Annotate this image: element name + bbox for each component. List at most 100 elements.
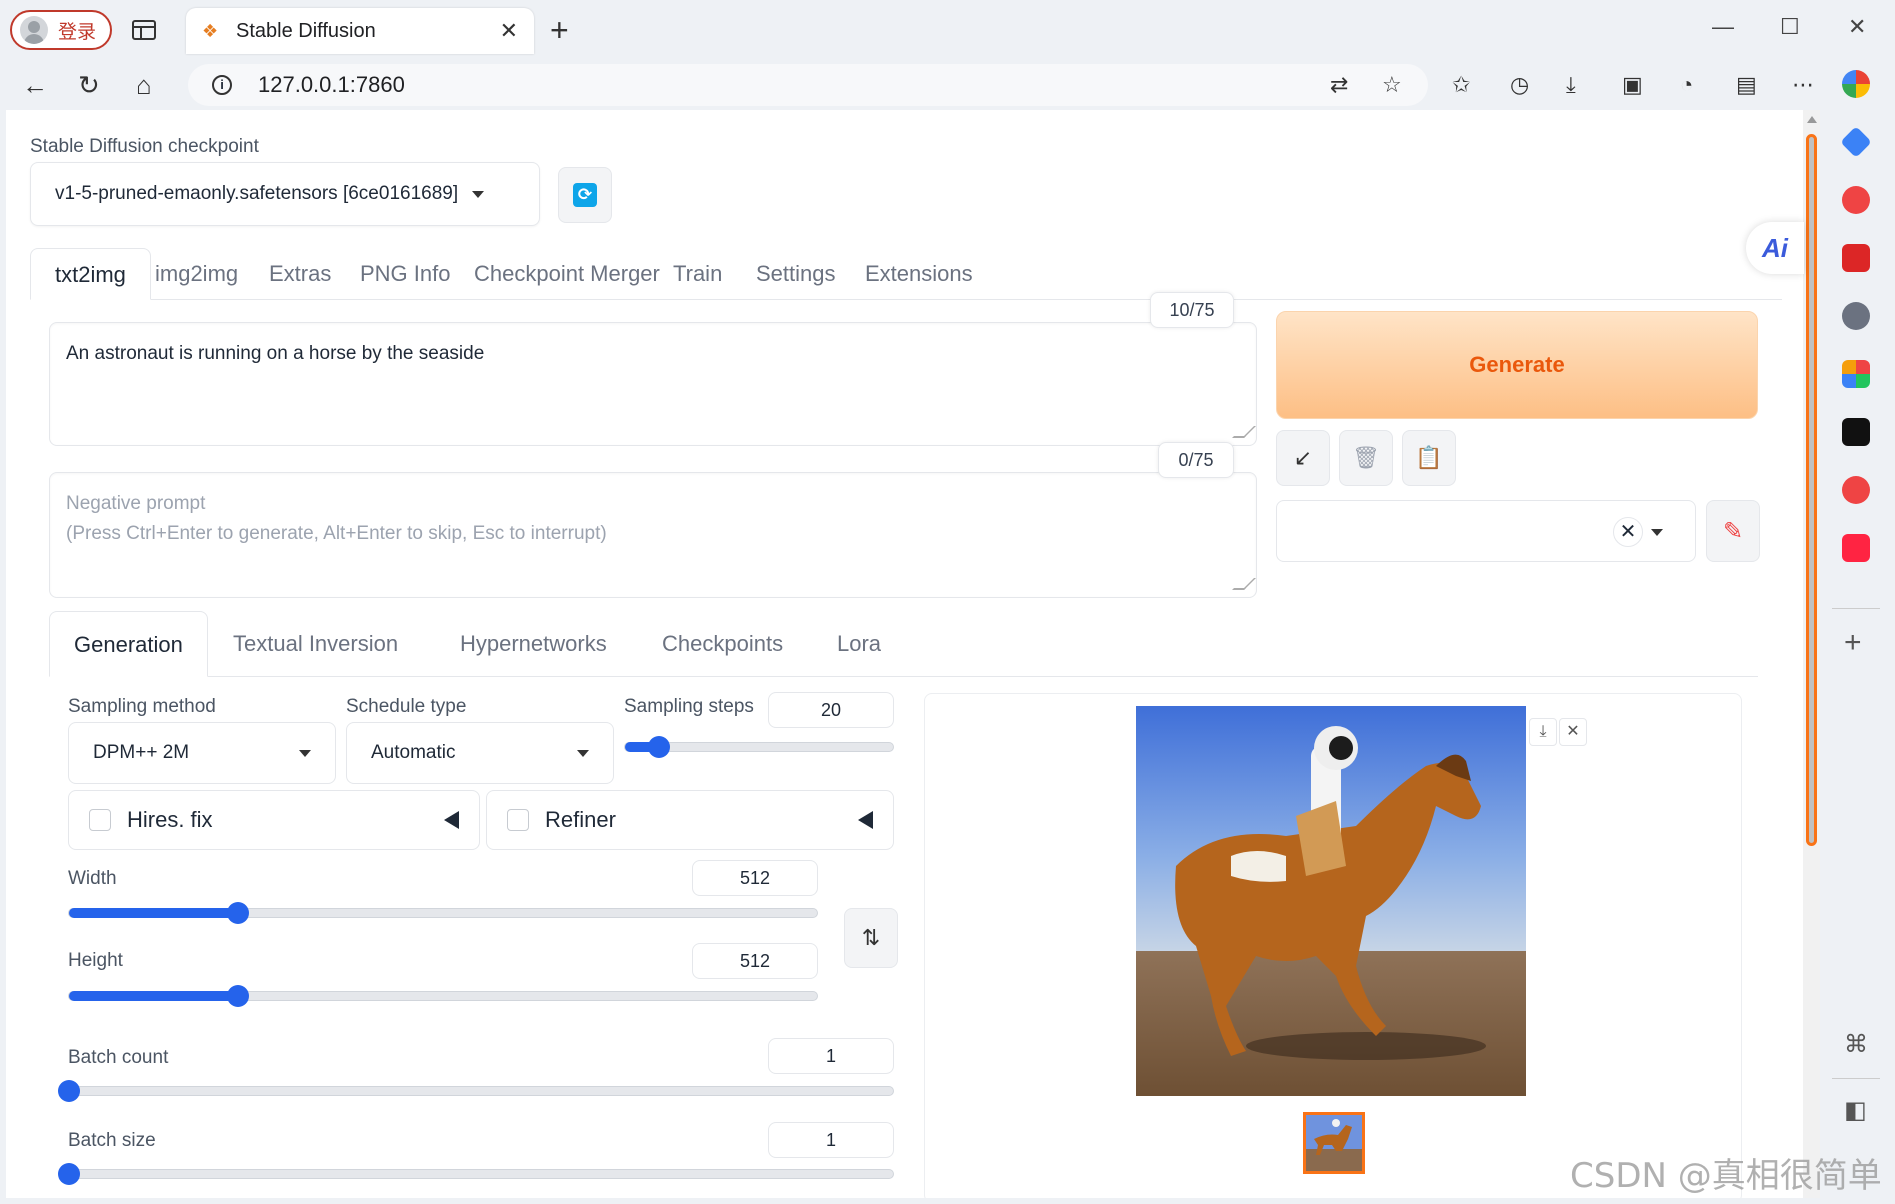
slider-handle[interactable] (226, 902, 249, 924)
tab-txt2img[interactable]: txt2img (30, 248, 151, 300)
google-icon[interactable] (1842, 70, 1870, 98)
apply-style-button[interactable]: 📋 (1402, 430, 1456, 486)
add-sidebar-icon[interactable]: + (1844, 626, 1862, 660)
performance-icon[interactable]: ◔ (1680, 72, 1693, 98)
tab-extras[interactable]: Extras (269, 248, 331, 300)
maximize-icon[interactable]: ☐ (1780, 14, 1800, 40)
download-image-button[interactable]: ⤓ (1529, 718, 1557, 746)
browser-tab[interactable]: ❖ Stable Diffusion ✕ (186, 8, 534, 54)
back-icon[interactable]: ← (22, 70, 48, 101)
tab-checkpoint-merger[interactable]: Checkpoint Merger (474, 248, 660, 300)
tab-lora[interactable]: Lora (837, 611, 881, 677)
sampling-method-dropdown[interactable]: DPM++ 2M (68, 722, 336, 784)
refresh-checkpoint-button[interactable]: ⟳ (558, 167, 612, 223)
tab-textual-inversion[interactable]: Textual Inversion (233, 611, 398, 677)
width-input[interactable]: 512 (692, 860, 818, 896)
tab-extensions[interactable]: Extensions (865, 248, 973, 300)
history-icon[interactable]: ◷ (1510, 72, 1529, 98)
collapse-arrow-icon[interactable] (444, 811, 459, 829)
home-icon[interactable]: ⌂ (136, 70, 152, 101)
scroll-thumb[interactable] (1806, 134, 1817, 846)
close-window-icon[interactable]: ✕ (1848, 14, 1866, 40)
sidebar-divider (1832, 608, 1880, 609)
tab-actions-icon[interactable] (132, 20, 156, 40)
scan-icon[interactable]: ⌘ (1844, 1030, 1868, 1059)
sampling-steps-slider[interactable] (624, 736, 894, 758)
slider-handle[interactable] (58, 1163, 80, 1185)
sampling-method-value: DPM++ 2M (93, 742, 190, 763)
profile-button[interactable]: 登录 (10, 10, 112, 50)
tiktok-icon[interactable] (1842, 418, 1870, 446)
hires-fix-accordion[interactable]: Hires. fix (68, 790, 480, 850)
checkpoint-dropdown[interactable]: v1-5-pruned-emaonly.safetensors [6ce0161… (30, 162, 540, 226)
batch-count-slider[interactable] (58, 1080, 894, 1102)
tab-train[interactable]: Train (673, 248, 722, 300)
bookmark-star-icon[interactable]: ☆ (1382, 72, 1402, 98)
sidebar-toggle-icon[interactable]: ◧ (1844, 1096, 1867, 1125)
tab-settings[interactable]: Settings (756, 248, 836, 300)
hires-fix-checkbox[interactable] (89, 809, 111, 831)
favicon-icon: ❖ (202, 21, 219, 41)
briefcase-icon[interactable] (1842, 244, 1870, 272)
refresh-icon: ⟳ (573, 183, 597, 207)
download-icon[interactable]: ⤓ (1566, 72, 1576, 98)
width-slider[interactable] (68, 902, 818, 924)
minimize-icon[interactable]: — (1712, 14, 1734, 40)
sampling-steps-input[interactable]: 20 (768, 692, 894, 728)
tab-img2img[interactable]: img2img (155, 248, 238, 300)
swap-dimensions-button[interactable]: ⇅ (844, 908, 898, 968)
sampling-method-label: Sampling method (68, 696, 216, 717)
apps-icon[interactable] (1842, 360, 1870, 388)
chess-icon[interactable] (1842, 302, 1870, 330)
read-params-button[interactable]: ↙ (1276, 430, 1330, 486)
batch-size-input[interactable]: 1 (768, 1122, 894, 1158)
negative-prompt-textarea[interactable]: Negative prompt (Press Ctrl+Enter to gen… (49, 472, 1257, 598)
gallery-thumbnail[interactable] (1303, 1112, 1365, 1174)
slider-handle[interactable] (58, 1080, 80, 1102)
translate-icon[interactable]: ⇄ (1330, 72, 1348, 98)
collapse-arrow-icon[interactable] (858, 811, 873, 829)
close-tab-icon[interactable]: ✕ (500, 18, 518, 44)
height-input[interactable]: 512 (692, 943, 818, 979)
more-icon[interactable]: ⋯ (1792, 72, 1814, 98)
refiner-accordion[interactable]: Refiner (486, 790, 894, 850)
slider-handle[interactable] (648, 736, 671, 758)
styles-dropdown[interactable]: ✕ (1276, 500, 1696, 562)
refiner-checkbox[interactable] (507, 809, 529, 831)
tab-png-info[interactable]: PNG Info (360, 248, 450, 300)
ai-assistant-button[interactable]: Ai (1746, 222, 1804, 274)
clear-prompt-button[interactable]: 🗑 (1339, 430, 1393, 486)
screenshot-icon[interactable]: ▣ (1622, 72, 1643, 98)
schedule-type-value: Automatic (371, 742, 456, 763)
tag-icon[interactable] (1840, 126, 1872, 158)
powerpoint-icon[interactable] (1842, 186, 1870, 214)
tab-generation[interactable]: Generation (49, 611, 208, 677)
schedule-type-label: Schedule type (346, 696, 467, 717)
schedule-type-dropdown[interactable]: Automatic (346, 722, 614, 784)
batch-count-input[interactable]: 1 (768, 1038, 894, 1074)
address-bar[interactable]: i 127.0.0.1:7860 (188, 64, 1428, 106)
tab-hypernetworks[interactable]: Hypernetworks (460, 611, 607, 677)
generate-button[interactable]: Generate (1276, 311, 1758, 419)
slider-handle[interactable] (226, 985, 249, 1007)
batch-count-label: Batch count (68, 1047, 169, 1068)
reload-icon[interactable]: ↻ (78, 70, 100, 101)
toolbox-icon[interactable]: ▤ (1736, 72, 1757, 98)
generated-image[interactable] (1136, 706, 1526, 1096)
favorites-icon[interactable]: ✩ (1452, 72, 1470, 98)
tab-checkpoints[interactable]: Checkpoints (662, 611, 783, 677)
batch-size-slider[interactable] (58, 1163, 894, 1185)
new-tab-icon[interactable]: + (550, 12, 569, 49)
prompt-textarea[interactable]: An astronaut is running on a horse by th… (49, 322, 1257, 446)
clear-styles-icon[interactable]: ✕ (1613, 517, 1643, 547)
scroll-up-icon[interactable] (1807, 116, 1817, 123)
edit-styles-button[interactable]: ✎ (1706, 500, 1760, 562)
page-scrollbar[interactable] (1803, 110, 1820, 1198)
generation-tab-bar: Generation Textual Inversion Hypernetwor… (49, 611, 1758, 677)
close-image-button[interactable]: ✕ (1559, 718, 1587, 746)
browser-titlebar: 登录 ❖ Stable Diffusion ✕ + — ☐ ✕ ← ↻ ⌂ i … (0, 0, 1895, 110)
height-slider[interactable] (68, 985, 818, 1007)
weibo-icon[interactable] (1842, 476, 1870, 504)
site-info-icon[interactable]: i (212, 75, 232, 95)
xiaohongshu-icon[interactable] (1842, 534, 1870, 562)
